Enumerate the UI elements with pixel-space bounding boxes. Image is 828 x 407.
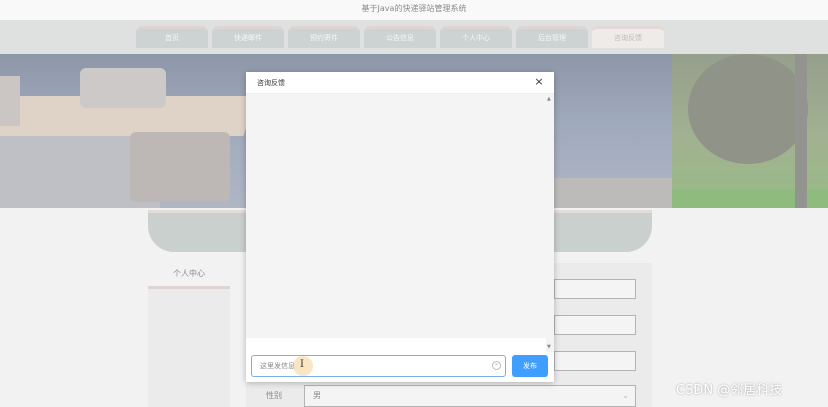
clear-icon[interactable]: ×: [492, 361, 501, 370]
chat-scrollbar[interactable]: ▲ ▼: [546, 94, 554, 352]
close-icon[interactable]: ×: [532, 75, 546, 89]
scroll-up-icon[interactable]: ▲: [547, 96, 551, 102]
watermark: CSDN @邻居科技: [676, 383, 783, 398]
dialog-title: 咨询反馈: [257, 79, 285, 87]
scroll-down-icon[interactable]: ▼: [547, 344, 551, 350]
chat-messages-area: [246, 94, 546, 338]
text-cursor-icon: I: [300, 359, 304, 370]
send-button[interactable]: 发布: [512, 355, 548, 377]
dialog-header: 咨询反馈 ×: [246, 72, 554, 94]
feedback-dialog: 咨询反馈 × ▲ ▼ × I 发布: [246, 72, 554, 382]
message-input[interactable]: [251, 355, 506, 377]
chat-footer: × I 发布: [246, 352, 554, 382]
